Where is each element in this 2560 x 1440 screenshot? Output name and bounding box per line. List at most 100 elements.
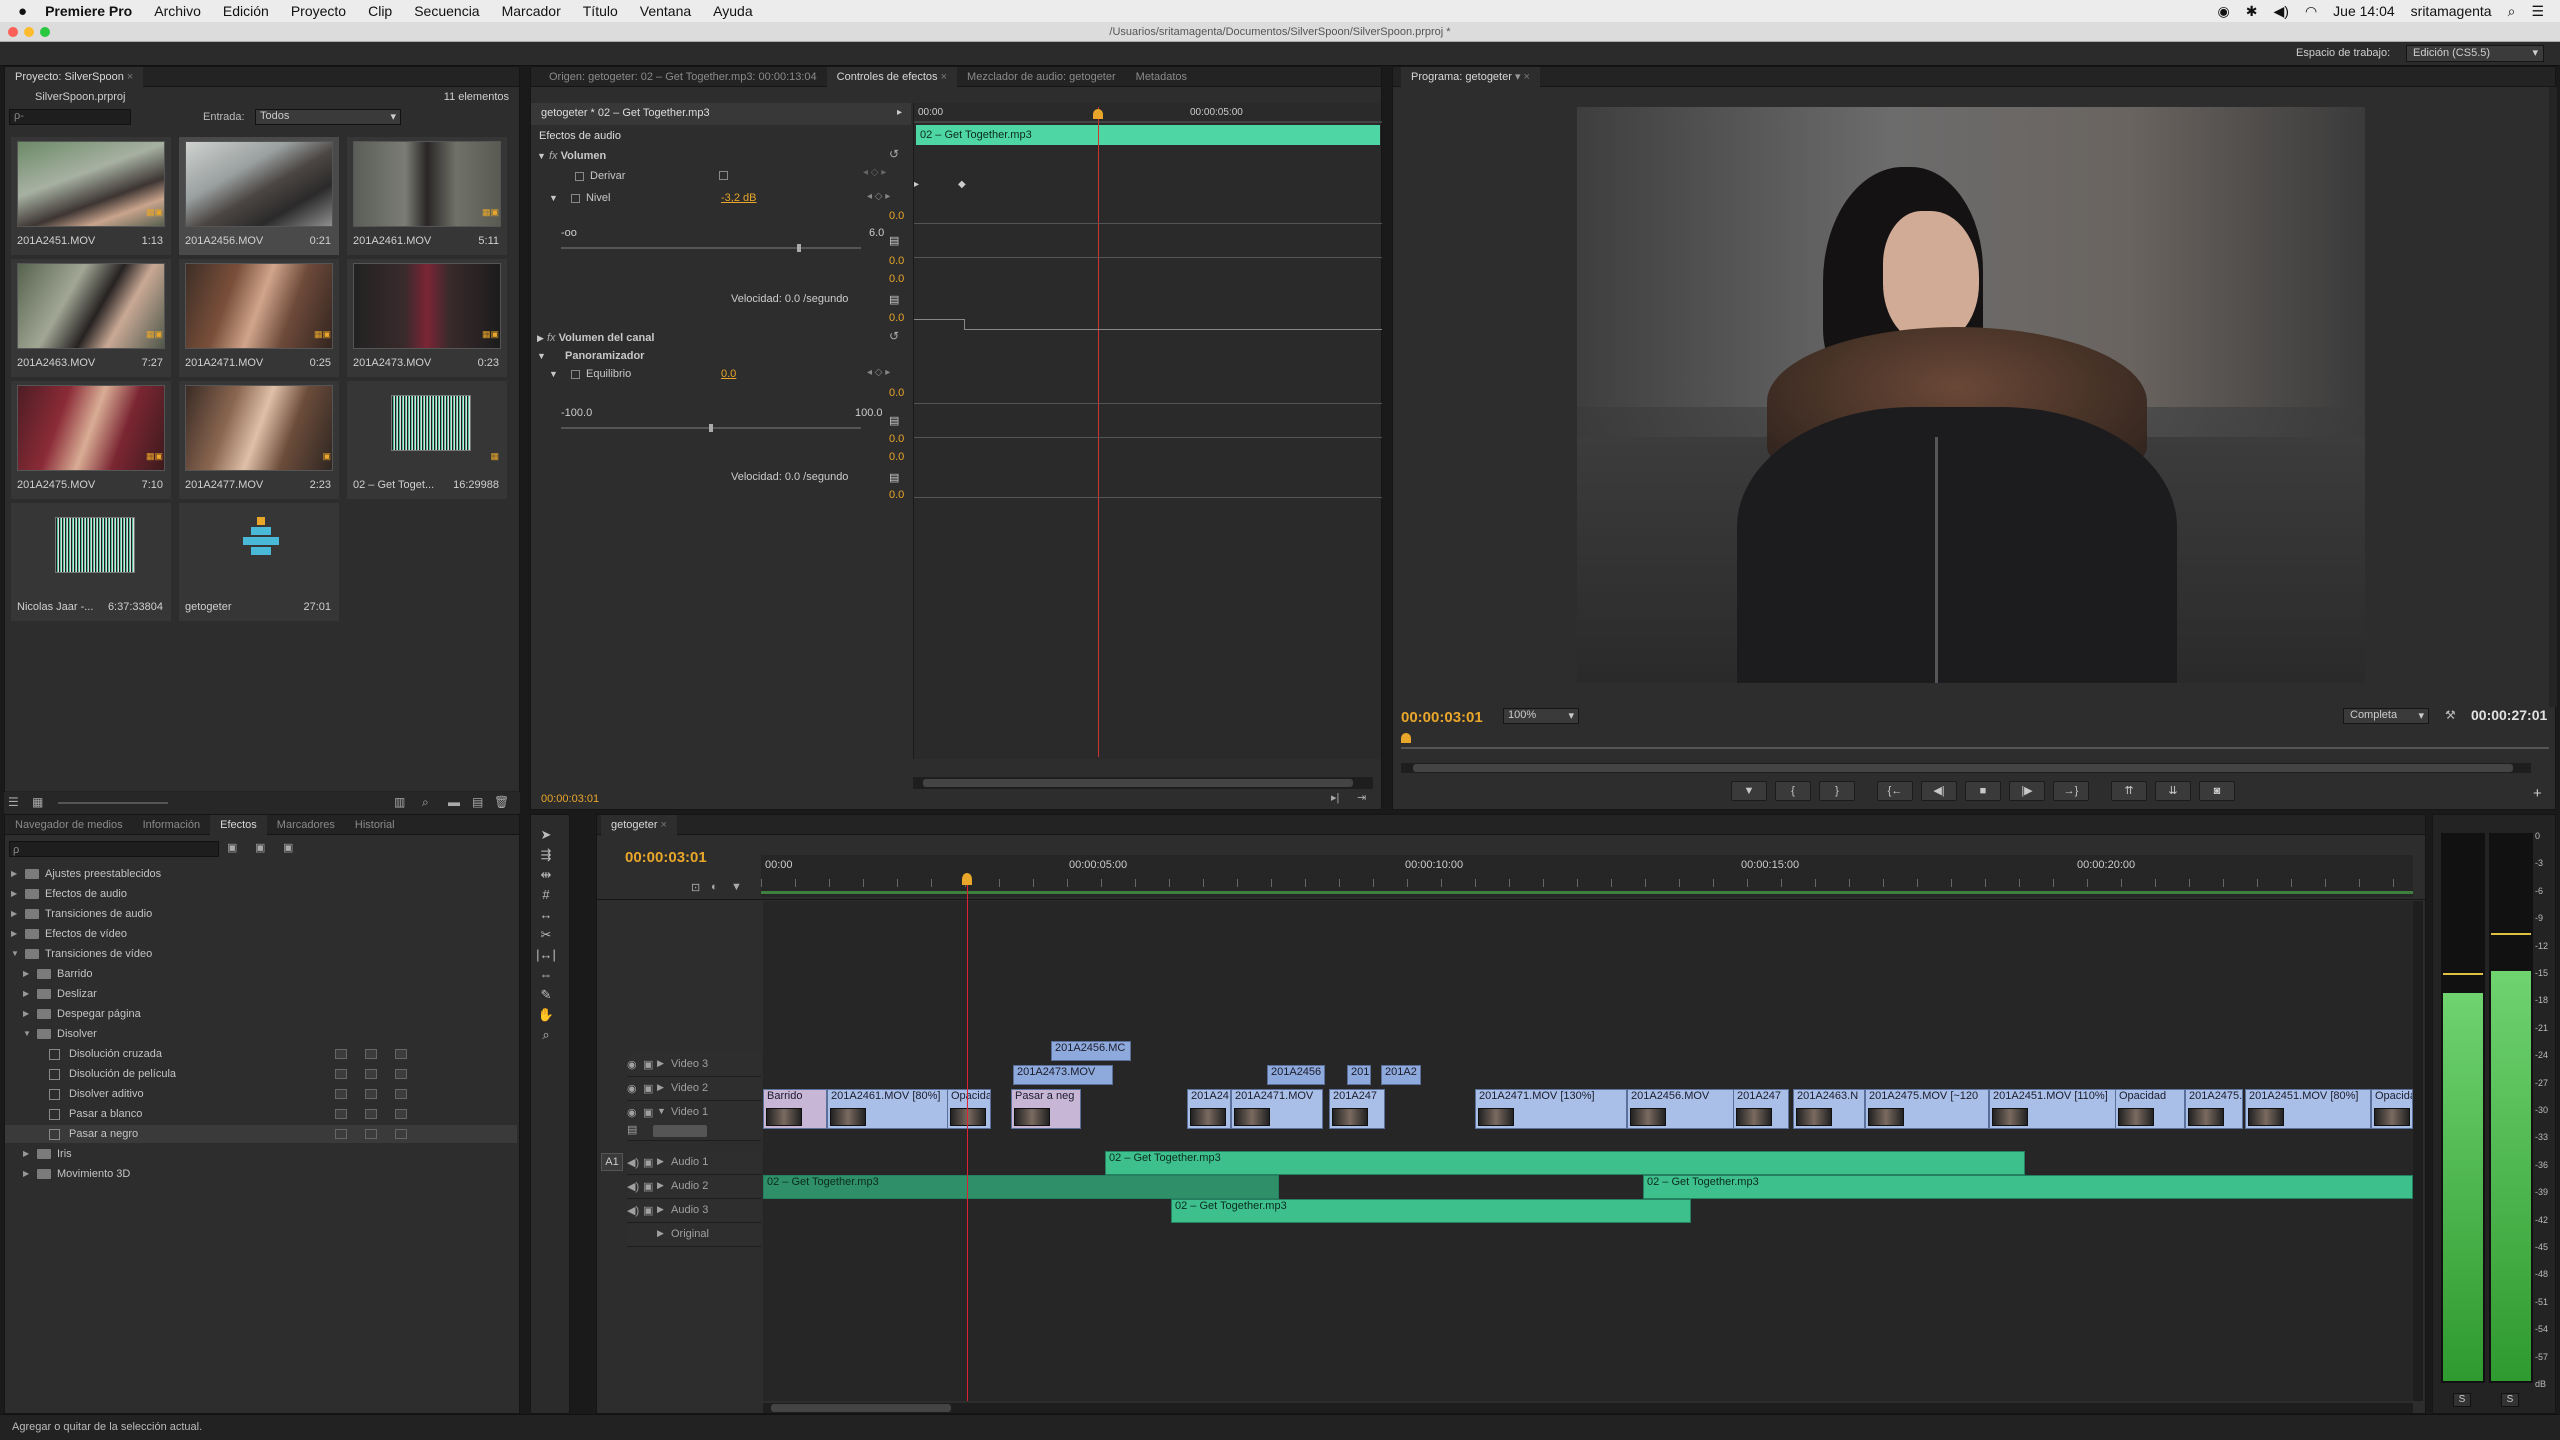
collapsed-triangle-icon[interactable]: ▶ <box>23 985 29 1003</box>
zoom-slider[interactable] <box>58 802 168 804</box>
effects-folder[interactable]: ▼ Disolver <box>5 1025 517 1043</box>
trash-icon[interactable]: 🗑 <box>494 795 509 809</box>
lift-button[interactable]: ⇈ <box>2111 781 2147 801</box>
slide-tool-icon[interactable]: ⇔ <box>535 967 557 985</box>
menu-marcador[interactable]: Marcador <box>502 3 561 19</box>
menu-edicion[interactable]: Edición <box>223 3 269 19</box>
audio-clip[interactable]: 02 – Get Together.mp3 <box>1105 1151 2025 1175</box>
chevron-right-icon[interactable]: ▸ <box>897 107 902 118</box>
project-item[interactable]: getogeter 27:01 <box>179 503 339 621</box>
menu-secuencia[interactable]: Secuencia <box>414 3 479 19</box>
audio-clip[interactable]: 02 – Get Together.mp3 <box>1643 1175 2413 1199</box>
keyframe-next-icon[interactable]: ▸ <box>914 179 919 190</box>
ripple-edit-tool-icon[interactable]: ⇹ <box>535 867 557 885</box>
video-clip[interactable]: 201A2461.MOV [80%] <box>827 1089 955 1129</box>
effects-folder[interactable]: ▶ Transiciones de audio <box>5 905 517 923</box>
step-back-button[interactable]: ◀| <box>1921 781 1957 801</box>
balance-slider[interactable] <box>561 424 861 432</box>
panner-row[interactable]: ▼ Panoramizador <box>537 347 644 365</box>
effects-folder[interactable]: ▶ Deslizar <box>5 985 517 1003</box>
program-playhead[interactable] <box>1401 733 1411 743</box>
program-scrub-bar[interactable] <box>1401 747 2549 749</box>
effects-folder[interactable]: ▶ Movimiento 3D <box>5 1165 517 1183</box>
tab-sequence[interactable]: getogeter × <box>601 814 677 835</box>
entry-select[interactable]: Todos ▾ <box>255 109 401 125</box>
zoom-tool-icon[interactable]: ⌕ <box>535 1027 557 1045</box>
tab-effects[interactable]: Efectos <box>210 814 267 835</box>
collapsed-triangle-icon[interactable]: ▶ <box>23 1145 29 1163</box>
program-zoom-bar[interactable] <box>1401 763 2531 773</box>
effect-item[interactable]: Pasar a negro <box>5 1125 517 1143</box>
effects-folder[interactable]: ▶ Barrido <box>5 965 517 983</box>
tab-history[interactable]: Historial <box>345 815 405 835</box>
yuv-icon[interactable]: ▣ <box>283 841 293 854</box>
video-clip[interactable]: Pasar a neg <box>1011 1089 1081 1129</box>
video-clip[interactable]: Opacidad <box>947 1089 991 1129</box>
razor-tool-icon[interactable]: ✂ <box>535 927 557 945</box>
keyframe-icon[interactable]: ◆ <box>958 179 966 190</box>
timeline-playhead-handle[interactable] <box>962 873 972 885</box>
speaker-icon[interactable]: ◀) <box>627 1180 639 1193</box>
export-frame-button[interactable]: ◙ <box>2199 781 2235 801</box>
program-scrollbar[interactable] <box>2549 87 2557 707</box>
ec-clip-bar[interactable]: 02 – Get Together.mp3 <box>916 125 1380 145</box>
effects-folder[interactable]: ▶ Efectos de vídeo <box>5 925 517 943</box>
zoom-select[interactable]: 100% ▾ <box>1503 708 1579 724</box>
add-marker-button[interactable]: ▼ <box>1731 781 1767 801</box>
menu-ayuda[interactable]: Ayuda <box>713 3 752 19</box>
balance-row[interactable]: ▼ Equilibrio <box>549 365 631 383</box>
tab-info[interactable]: Información <box>133 815 210 835</box>
tab-audio-mixer[interactable]: Mezclador de audio: getogeter <box>957 67 1126 87</box>
effects-folder[interactable]: ▼ Transiciones de vídeo <box>5 945 517 963</box>
reset-icon[interactable]: ↺ <box>889 329 899 343</box>
volume-effect-row[interactable]: ▼ fx Volumen <box>537 147 606 165</box>
collapsed-triangle-icon[interactable]: ▶ <box>23 1165 29 1183</box>
video-clip[interactable]: 201A2451.MOV [110%] <box>1989 1089 2117 1129</box>
project-item[interactable]: ▦▣ 201A2473.MOV 0:23 <box>347 259 507 377</box>
solo-right-button[interactable]: S <box>2501 1393 2519 1407</box>
menu-clip[interactable]: Clip <box>368 3 392 19</box>
lock-icon[interactable]: ▣ <box>643 1106 653 1119</box>
export-icon[interactable]: ⇥ <box>1357 791 1366 804</box>
effect-item[interactable]: Disolver aditivo <box>5 1085 517 1103</box>
add-marker-icon[interactable]: ▼ <box>731 881 742 893</box>
reset-icon[interactable]: ↺ <box>889 147 899 161</box>
icon-view-icon[interactable]: ▦ <box>32 795 43 809</box>
graph-icon[interactable]: ▤ <box>889 293 899 306</box>
video-clip[interactable]: 201A2475.MOV [~120 <box>1865 1089 1989 1129</box>
apple-menu-icon[interactable]: ● <box>18 3 27 20</box>
new-item-icon[interactable]: ▤ <box>472 795 483 809</box>
minimize-window-button[interactable] <box>24 27 34 37</box>
lock-icon[interactable]: ▣ <box>643 1082 653 1095</box>
snap-icon[interactable]: ⊡ <box>691 881 700 894</box>
project-item[interactable]: ▦▣ 201A2461.MOV 5:11 <box>347 137 507 255</box>
32bit-icon[interactable]: ▣ <box>255 841 265 854</box>
track-audio-3[interactable]: ◀) ▣ ▶ Audio 3 <box>627 1199 761 1223</box>
zoom-window-button[interactable] <box>40 27 50 37</box>
graph-icon[interactable]: ▤ <box>889 471 899 484</box>
close-window-button[interactable] <box>8 27 18 37</box>
timeline-playhead[interactable] <box>967 875 968 1401</box>
track-audio-2[interactable]: ◀) ▣ ▶ Audio 2 <box>627 1175 761 1199</box>
wrench-icon[interactable]: ⚒ <box>2445 708 2456 722</box>
effects-search-input[interactable]: ρ <box>9 841 219 857</box>
video-clip[interactable]: 201A2471.MOV <box>1231 1089 1323 1129</box>
video-clip[interactable]: 201A2471.MOV [130%] <box>1475 1089 1627 1129</box>
video-clip[interactable]: 201. <box>1347 1065 1371 1085</box>
tab-project[interactable]: Proyecto: SilverSpoon × <box>5 66 144 87</box>
effects-folder[interactable]: ▶ Ajustes preestablecidos <box>5 865 517 883</box>
expanded-triangle-icon[interactable]: ▼ <box>11 945 19 963</box>
video-clip[interactable]: 201A2 <box>1381 1065 1421 1085</box>
search-icon[interactable]: ⌕ <box>422 795 429 810</box>
video-clip[interactable]: Opacidad <box>2371 1089 2413 1129</box>
mark-out-button[interactable]: } <box>1819 781 1855 801</box>
track-master[interactable]: ▶ Original <box>627 1223 761 1247</box>
mark-in-button[interactable]: { <box>1775 781 1811 801</box>
tab-metadata[interactable]: Metadatos <box>1126 67 1197 87</box>
bypass-checkbox[interactable] <box>719 171 728 180</box>
go-to-in-button[interactable]: {← <box>1877 781 1913 801</box>
balance-value[interactable]: 0.0 <box>721 368 736 380</box>
rolling-edit-tool-icon[interactable]: # <box>535 887 557 905</box>
video-clip[interactable]: 201A247 <box>1733 1089 1789 1129</box>
effects-folder[interactable]: ▶ Iris <box>5 1145 517 1163</box>
